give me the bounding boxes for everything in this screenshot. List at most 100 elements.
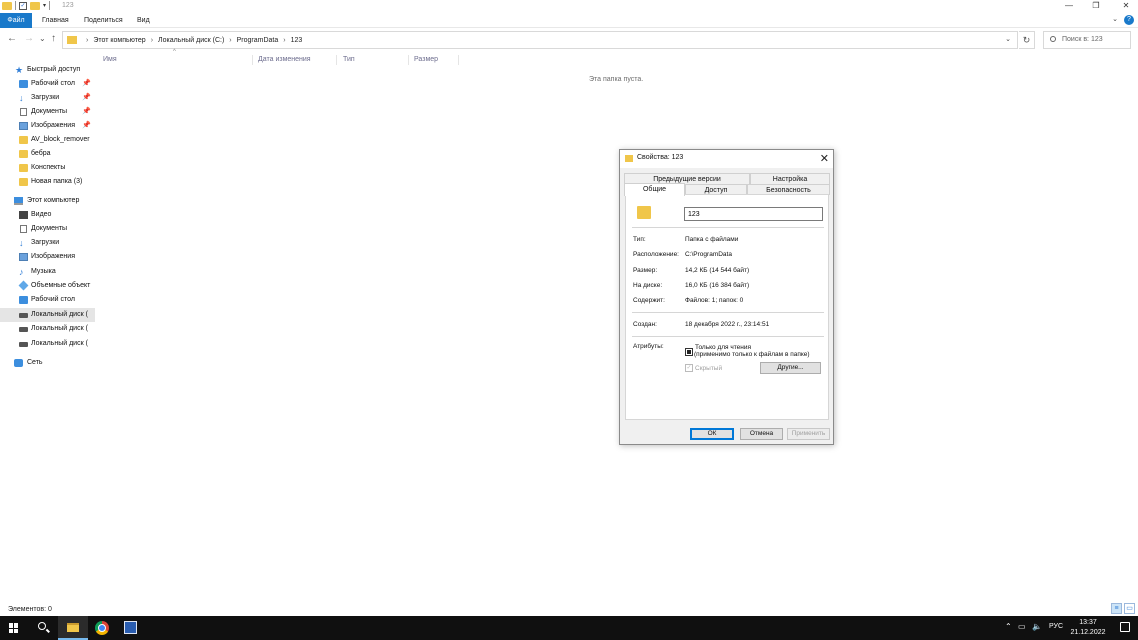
breadcrumb-local-disk[interactable]: Локальный диск (C:) (158, 37, 224, 44)
breadcrumb-programdata[interactable]: ProgramData (237, 37, 279, 44)
column-header-name[interactable]: Имя (103, 53, 117, 67)
sidebar-item-local-disk-3[interactable]: Локальный диск ( (0, 337, 95, 351)
notifications-icon[interactable] (1120, 622, 1130, 632)
pictures-icon (19, 253, 28, 261)
maximize-button[interactable]: ❐ (1089, 1, 1103, 11)
downloads-icon: ↓ (19, 238, 24, 248)
sidebar-item-this-pc[interactable]: Этот компьютер (0, 194, 95, 208)
sidebar-item-quick-access[interactable]: ★ Быстрый доступ (0, 63, 95, 77)
sidebar-item-av-block-remover[interactable]: AV_block_remover (0, 133, 95, 147)
new-folder-icon[interactable] (30, 1, 40, 10)
sidebar-item-videos[interactable]: Видео (0, 208, 95, 222)
quick-access-toolbar: ✓ ▾ (2, 1, 51, 10)
pin-icon[interactable]: 📌 (82, 91, 91, 105)
hidden-checkbox[interactable]: ✓ (685, 364, 693, 372)
sidebar-item-documents-pc[interactable]: Документы (0, 222, 95, 236)
items-count: Элементов: 0 (8, 606, 52, 613)
taskbar-explorer[interactable] (58, 616, 88, 640)
close-icon[interactable]: ✕ (820, 152, 829, 165)
up-button[interactable]: ↑ (51, 33, 56, 45)
tab-share[interactable]: Поделиться (84, 13, 123, 28)
prop-value-location: C:\ProgramData (685, 251, 732, 258)
expand-ribbon-icon[interactable]: ⌄ (1112, 15, 1118, 23)
tab-file[interactable]: Файл (0, 13, 32, 28)
sidebar-item-new-folder-3[interactable]: Новая папка (3) (0, 175, 95, 189)
3d-objects-icon (18, 280, 29, 291)
chevron-down-icon[interactable]: ⌄ (1005, 35, 1011, 43)
advanced-attributes-button[interactable]: Другие... (760, 362, 821, 374)
windows-start-icon[interactable] (9, 623, 19, 633)
minimize-button[interactable]: — (1062, 1, 1076, 11)
prop-value-contains: Файлов: 1; папок: 0 (685, 297, 744, 304)
readonly-checkbox[interactable] (685, 348, 693, 356)
close-window-button[interactable]: ✕ (1119, 1, 1133, 11)
column-divider[interactable] (252, 55, 253, 65)
column-header-type[interactable]: Тип (343, 53, 355, 67)
sidebar-item-music[interactable]: ♪ Музыка (0, 265, 95, 279)
dialog-title: Свойства: 123 (637, 154, 684, 161)
tab-view[interactable]: Вид (137, 13, 150, 28)
taskbar-chrome[interactable] (87, 616, 117, 640)
sidebar-item-downloads[interactable]: ↓ Загрузки 📌 (0, 91, 95, 105)
clock[interactable]: 13:37 21.12.2022 (1068, 618, 1108, 638)
disk-icon (19, 342, 28, 347)
large-icons-view-button[interactable]: ▭ (1124, 603, 1135, 614)
column-divider[interactable] (336, 55, 337, 65)
pin-icon[interactable]: 📌 (82, 77, 91, 91)
sidebar-item-documents[interactable]: Документы 📌 (0, 105, 95, 119)
sidebar-item-pictures-pc[interactable]: Изображения (0, 250, 95, 264)
prop-value-type: Папка с файлами (685, 236, 739, 243)
status-bar: Элементов: 0 (0, 603, 1138, 616)
speaker-icon[interactable]: 🔈 (1032, 622, 1042, 631)
sidebar-item-local-disk-c[interactable]: Локальный диск ( (0, 308, 95, 322)
sidebar-item-local-disk-2[interactable]: Локальный диск ( (0, 322, 95, 336)
sidebar-item-desktop[interactable]: Рабочий стол 📌 (0, 77, 95, 91)
sidebar-item-network[interactable]: Сеть (0, 356, 95, 370)
customize-toolbar-icon[interactable]: ▾ (43, 2, 46, 9)
pin-icon[interactable]: 📌 (82, 105, 91, 119)
apply-button[interactable]: Применить (787, 428, 830, 440)
cancel-button[interactable]: Отмена (740, 428, 783, 440)
ok-button[interactable]: ОК (690, 428, 734, 440)
column-header-date[interactable]: Дата изменения (258, 53, 311, 67)
column-divider[interactable] (408, 55, 409, 65)
properties-icon[interactable]: ✓ (19, 1, 27, 10)
breadcrumb-123[interactable]: 123 (291, 37, 303, 44)
address-bar[interactable]: › Этот компьютер › Локальный диск (C:) ›… (62, 31, 1018, 49)
folder-name-input[interactable] (684, 207, 823, 221)
divider (632, 336, 824, 337)
show-hidden-icons-icon[interactable]: ⌃ (1005, 622, 1012, 631)
search-icon (1050, 36, 1056, 43)
forward-button[interactable]: → (24, 33, 34, 45)
prop-value-size-on-disk: 16,0 КБ (16 384 байт) (685, 282, 750, 289)
sidebar-item-konspekty[interactable]: Конспекты (0, 161, 95, 175)
sidebar-item-pictures[interactable]: Изображения 📌 (0, 119, 95, 133)
readonly-note: (применимо только к файлам в папке) (694, 351, 810, 358)
sidebar-item-bebra[interactable]: бебра (0, 147, 95, 161)
language-indicator[interactable]: РУС (1049, 623, 1063, 630)
pin-icon[interactable]: 📌 (82, 119, 91, 133)
prop-label-contains: Содержит: (633, 297, 665, 304)
search-icon[interactable] (38, 622, 46, 630)
folder-icon (637, 206, 651, 219)
sidebar-item-3d-objects[interactable]: Объемные объект (0, 279, 95, 293)
taskbar-app[interactable] (116, 616, 146, 640)
battery-icon[interactable]: ▭ (1018, 622, 1026, 631)
sidebar-item-downloads-pc[interactable]: ↓ Загрузки (0, 236, 95, 250)
tab-general[interactable]: Общие (624, 183, 685, 196)
details-view-button[interactable]: ≡ (1111, 603, 1122, 614)
refresh-button[interactable]: ↻ (1019, 31, 1035, 49)
search-placeholder: Поиск в: 123 (1062, 36, 1103, 43)
tab-customize[interactable]: Настройка (750, 173, 830, 184)
tab-home[interactable]: Главная (42, 13, 69, 28)
network-icon (14, 359, 23, 367)
breadcrumb-this-pc[interactable]: Этот компьютер (93, 37, 145, 44)
search-input[interactable]: Поиск в: 123 (1043, 31, 1131, 49)
separator (49, 1, 51, 10)
back-button[interactable]: ← (7, 33, 17, 45)
column-header-size[interactable]: Размер (414, 53, 438, 67)
column-divider[interactable] (458, 55, 459, 65)
help-icon[interactable]: ? (1124, 15, 1134, 25)
recent-locations-button[interactable]: ⌄ (39, 33, 46, 45)
sidebar-item-desktop-pc[interactable]: Рабочий стол (0, 293, 95, 307)
